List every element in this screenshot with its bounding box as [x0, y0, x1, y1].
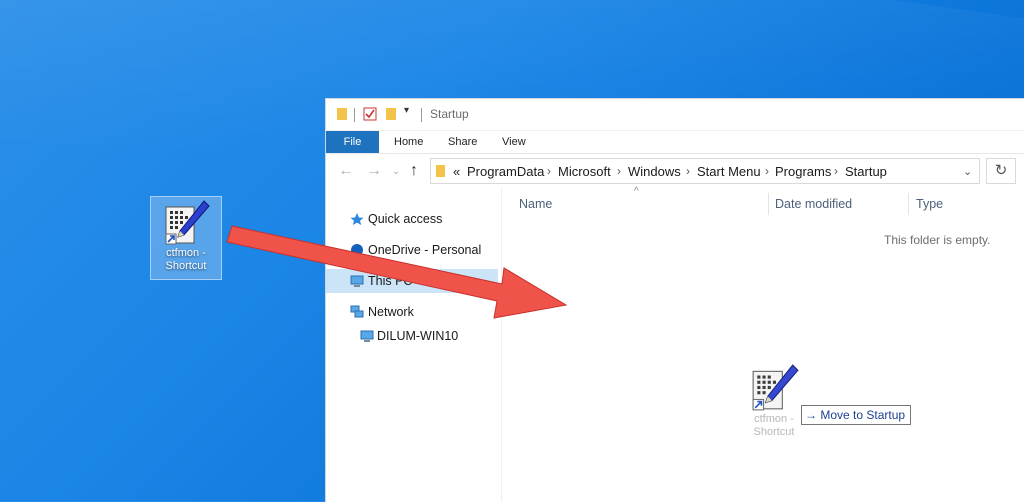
new-folder-icon[interactable] [384, 107, 398, 126]
tab-file[interactable]: File [326, 131, 379, 153]
recent-dropdown-icon[interactable]: ⌄ [392, 166, 400, 177]
address-bar[interactable]: « ProgramData › Microsoft › Windows › St… [430, 158, 980, 184]
chevron-down-icon[interactable]: ⌄ [963, 165, 972, 178]
breadcrumb-microsoft[interactable]: Microsoft [558, 164, 611, 179]
tab-view[interactable]: View [502, 131, 526, 153]
nav-item-dilum-win10[interactable]: DILUM-WIN10 [326, 324, 498, 348]
breadcrumb-overflow[interactable]: « [453, 164, 460, 179]
breadcrumb-programs[interactable]: Programs [775, 164, 831, 179]
desktop-shortcut-ctfmon[interactable]: ctfmon - Shortcut [150, 196, 222, 280]
chevron-right-icon[interactable]: › [686, 164, 690, 178]
quick-access-dropdown-icon[interactable]: ▾ [404, 105, 409, 116]
empty-folder-message: This folder is empty. [884, 233, 991, 247]
nav-item-onedrive[interactable]: OneDrive - Personal [326, 238, 498, 262]
properties-icon[interactable] [363, 107, 377, 126]
back-arrow-icon[interactable]: ← [338, 162, 354, 180]
address-row: ← → ⌄ ↑ « ProgramData › Microsoft › Wind… [326, 153, 1024, 188]
chevron-right-icon[interactable]: › [765, 164, 769, 178]
drag-tooltip: → Move to Startup [801, 405, 912, 425]
column-header-type[interactable]: Type [916, 197, 943, 211]
up-arrow-icon[interactable]: ↑ [410, 162, 418, 180]
nav-item-quick-access[interactable]: Quick access [326, 207, 498, 231]
explorer-window: ▾ Startup File Home Share View ← → ⌄ ↑ «… [325, 98, 1024, 502]
tab-share[interactable]: Share [448, 131, 477, 153]
nav-item-network[interactable]: Network [326, 300, 498, 324]
star-icon [350, 212, 364, 229]
breadcrumb-windows[interactable]: Windows [628, 164, 681, 179]
folder-icon [435, 164, 447, 183]
file-list[interactable]: ^ Name Date modified Type This folder is… [502, 186, 1024, 502]
breadcrumb-programdata[interactable]: ProgramData [467, 164, 544, 179]
chevron-right-icon[interactable]: › [617, 164, 621, 178]
computer-icon [350, 274, 364, 291]
drag-ghost-label: ctfmon - Shortcut [753, 413, 795, 438]
move-arrow-icon: → [805, 408, 817, 422]
refresh-button[interactable]: ↻ [986, 158, 1016, 184]
ctfmon-icon [164, 199, 210, 252]
column-header-date-modified[interactable]: Date modified [775, 197, 852, 211]
cloud-icon [350, 243, 364, 260]
ctfmon-icon [750, 363, 800, 418]
breadcrumb-startup[interactable]: Startup [845, 164, 887, 179]
breadcrumb-start-menu[interactable]: Start Menu [697, 164, 761, 179]
nav-item-this-pc[interactable]: This PC [326, 269, 498, 293]
window-title: Startup [430, 107, 469, 121]
computer-icon [360, 329, 374, 346]
sort-caret-icon: ^ [634, 186, 639, 197]
navigation-pane: Quick access OneDrive - Personal This PC… [326, 187, 502, 502]
chevron-right-icon[interactable]: › [834, 164, 838, 178]
forward-arrow-icon[interactable]: → [366, 162, 382, 180]
title-bar: ▾ Startup [326, 99, 1024, 131]
column-header-name[interactable]: Name [519, 197, 552, 211]
desktop-shortcut-label: ctfmon - Shortcut [165, 247, 207, 272]
network-icon [350, 305, 364, 322]
ribbon-tabs: File Home Share View [326, 131, 1024, 153]
folder-icon [335, 107, 349, 126]
chevron-right-icon[interactable]: › [547, 164, 551, 178]
refresh-icon: ↻ [994, 162, 1008, 179]
tab-home[interactable]: Home [394, 131, 423, 153]
